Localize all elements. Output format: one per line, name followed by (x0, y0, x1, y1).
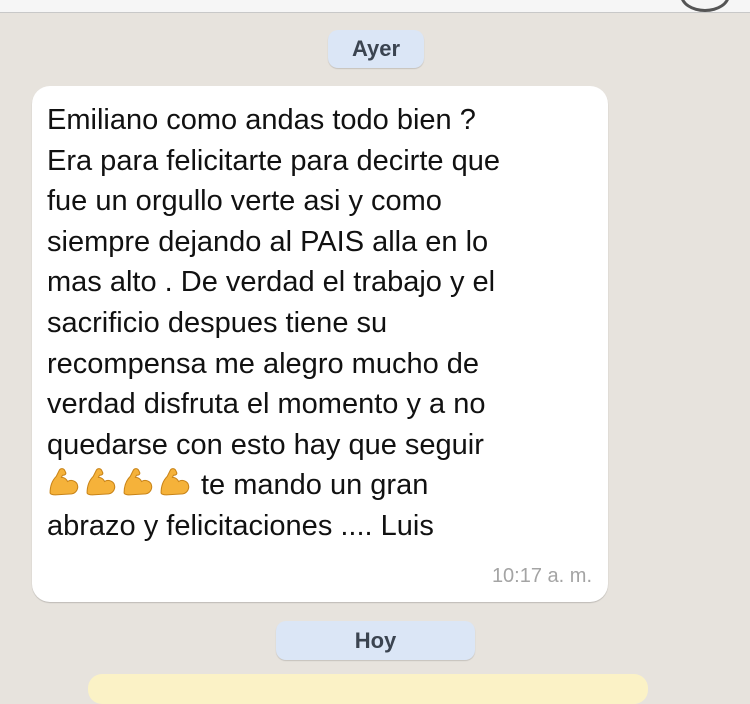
message-line: te mando un gran (201, 469, 429, 502)
incoming-message-bubble[interactable]: Emiliano como andas todo bien ? Era para… (32, 86, 608, 602)
message-line: recompensa me alegro mucho de (47, 347, 480, 380)
message-timestamp: 10:17 a. m. (491, 565, 592, 587)
message-line: sacrificio despues tiene su (47, 306, 388, 339)
message-line: Emiliano como andas todo bien ? (47, 104, 476, 136)
top-navigation-strip (0, 0, 750, 13)
date-divider-yesterday: Ayer (328, 30, 424, 68)
partial-next-message (88, 674, 648, 704)
message-line: fue un orgullo verte asi y como (47, 185, 442, 218)
emoji-group (47, 465, 191, 498)
flexed-biceps-icon (123, 468, 153, 496)
message-line: Era para felicitarte para decirte que (47, 144, 500, 177)
flexed-biceps-icon (49, 468, 79, 496)
message-text: Emiliano como andas todo bien ? Era para… (47, 100, 597, 547)
flexed-biceps-icon (160, 468, 190, 496)
flexed-biceps-icon (86, 468, 116, 496)
message-line: siempre dejando al PAIS alla en lo (47, 225, 489, 258)
message-line: mas alto . De verdad el trabajo y el (47, 266, 496, 299)
message-line: abrazo y felicitaciones .... Luis (47, 509, 434, 542)
cropped-icon (680, 0, 730, 12)
message-line: quedarse con esto hay que seguir (47, 428, 484, 461)
message-line: verdad disfruta el momento y a no (47, 388, 486, 421)
date-divider-today: Hoy (276, 621, 475, 660)
